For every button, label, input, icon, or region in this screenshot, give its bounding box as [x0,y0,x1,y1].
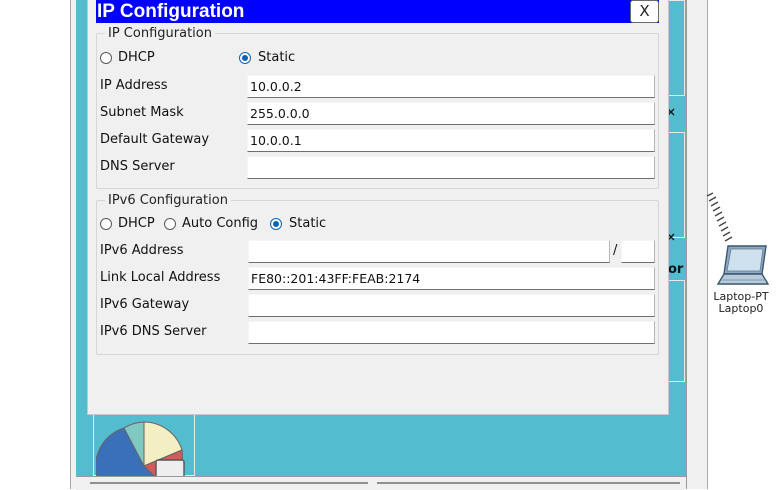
side-panel-2 [667,132,685,238]
ipv4-config-legend: IP Configuration [108,26,212,41]
close-icon: X [639,2,650,20]
ipv6-dns-server-label: IPv6 DNS Server [100,324,207,339]
window-divider [686,0,687,489]
default-gateway-label: Default Gateway [100,132,210,147]
side-arrow-icon [667,233,675,241]
side-panel-3 [667,280,685,382]
scrollbar-right[interactable] [377,482,680,484]
side-panel-1 [667,0,685,96]
wireless-signal-icon [706,192,733,242]
ipv4-dhcp-radio[interactable] [100,52,112,64]
tool-tile[interactable] [93,414,195,476]
ipv4-dhcp-label[interactable]: DHCP [118,50,155,65]
ipv6-config-legend: IPv6 Configuration [108,193,228,208]
laptop-icon[interactable] [716,244,770,290]
link-local-address-input[interactable]: FE80::201:43FF:FEAB:2174 [248,267,655,290]
ipv6-dhcp-label[interactable]: DHCP [118,216,155,231]
ipv6-auto-config-label[interactable]: Auto Config [182,216,258,231]
close-button[interactable]: X [630,0,659,23]
ipv6-address-input[interactable] [248,240,610,263]
subnet-mask-input[interactable]: 255.0.0.0 [247,102,655,125]
scrollbar-left[interactable] [90,482,368,484]
ipv6-prefix-input[interactable] [621,240,655,263]
ipv6-gateway-input[interactable] [248,294,655,317]
ip-address-label: IP Address [100,78,168,93]
dns-server-input[interactable] [247,156,655,179]
ipv6-auto-config-radio[interactable] [164,218,176,230]
default-gateway-input[interactable]: 10.0.0.1 [247,129,655,152]
ipv4-static-radio[interactable] [239,52,251,64]
ipv6-address-label: IPv6 Address [100,243,184,258]
ipv6-gateway-label: IPv6 Gateway [100,297,190,312]
side-arrow-icon [667,108,675,116]
ipv6-dns-server-input[interactable] [248,321,655,344]
ipv6-static-radio[interactable] [270,218,282,230]
pie-chart-icon [96,421,185,476]
prefix-separator: / [613,243,618,258]
ipv6-static-label[interactable]: Static [289,216,326,231]
ip-address-input[interactable]: 10.0.0.2 [247,75,655,98]
dialog-title: IP Configuration [97,1,245,22]
dns-server-label: DNS Server [100,159,175,174]
ipv4-static-label[interactable]: Static [258,50,295,65]
subnet-mask-label: Subnet Mask [100,105,184,120]
ipv6-dhcp-radio[interactable] [100,218,112,230]
partial-label: or [668,262,684,277]
link-local-address-label: Link Local Address [100,270,221,285]
laptop-name-label: Laptop0 [718,302,764,315]
